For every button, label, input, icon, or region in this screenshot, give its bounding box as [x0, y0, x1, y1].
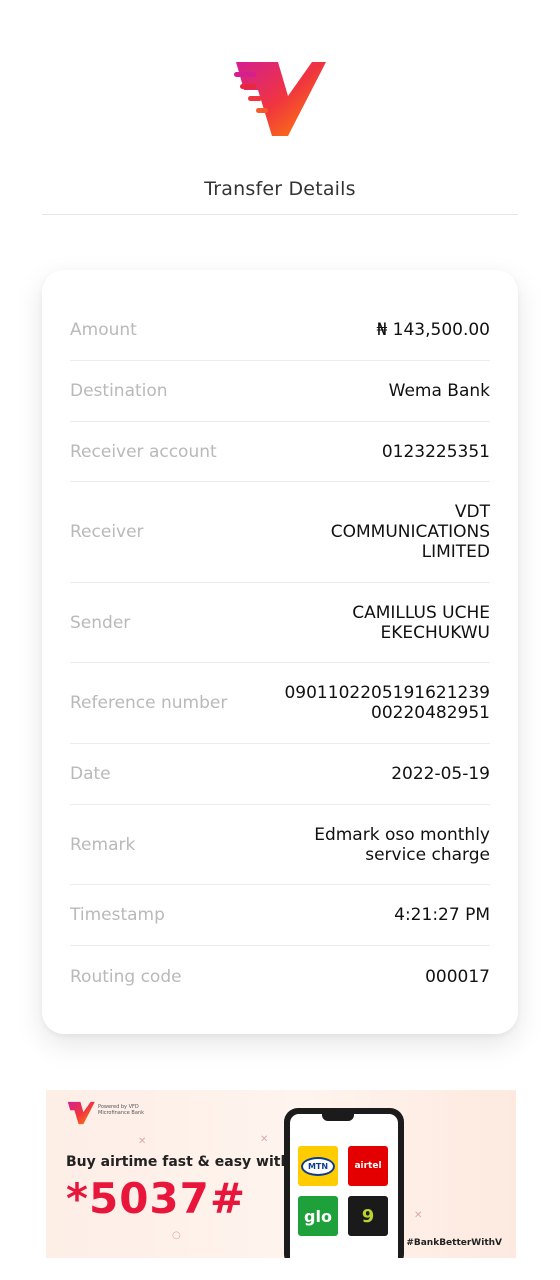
detail-row-date: Date 2022-05-19 [70, 744, 490, 805]
airtime-promo-banner[interactable]: Powered by VFD Microfinance Bank ✕ ✕ ✕ ○… [46, 1090, 516, 1258]
routing-code-value: 000017 [425, 966, 490, 987]
detail-row-routing-code: Routing code 000017 [70, 946, 490, 1007]
detail-label: Date [70, 764, 111, 784]
timestamp-value: 4:21:27 PM [394, 905, 490, 925]
detail-label: Reference number [70, 693, 228, 713]
phone-notch [322, 1114, 354, 1121]
title-divider [42, 214, 518, 215]
v-bank-logo [234, 62, 326, 136]
destination-value: Wema Bank [388, 381, 490, 401]
decor-circle-icon: ○ [172, 1230, 181, 1241]
detail-row-sender: Sender CAMILLUS UCHE EKECHUKWU [70, 583, 490, 663]
detail-row-receiver-account: Receiver account 0123225351 [70, 422, 490, 482]
detail-row-reference-number: Reference number 0901102205191621239 002… [70, 663, 490, 744]
transfer-details-card: Amount ₦ 143,500.00 Destination Wema Ban… [42, 270, 518, 1034]
detail-label: Routing code [70, 966, 182, 987]
reference-number-value: 0901102205191621239 00220482951 [284, 683, 490, 723]
detail-row-timestamp: Timestamp 4:21:27 PM [70, 885, 490, 946]
promo-headline: Buy airtime fast & easy with [66, 1154, 291, 1170]
detail-row-receiver: Receiver VDT COMMUNICATIONS LIMITED [70, 482, 490, 583]
page-title: Transfer Details [204, 178, 356, 200]
remark-value: Edmark oso monthly service charge [314, 825, 490, 865]
sender-line: CAMILLUS UCHE [352, 602, 490, 623]
receiver-account-value: 0123225351 [381, 441, 490, 462]
detail-label: Receiver [70, 522, 144, 542]
detail-label: Receiver account [70, 441, 217, 462]
detail-row-amount: Amount ₦ 143,500.00 [70, 300, 490, 361]
remark-line: Edmark oso monthly [314, 824, 490, 845]
date-value: 2022-05-19 [391, 764, 490, 784]
phone-illustration: MTN airtel glo 9 [284, 1108, 404, 1258]
receiver-value: VDT COMMUNICATIONS LIMITED [331, 502, 490, 562]
receiver-line: COMMUNICATIONS [330, 522, 490, 542]
remark-line: service charge [365, 844, 490, 865]
hashtag-text: #BankBetterWithV [406, 1238, 502, 1248]
9mobile-logo-icon: 9 [348, 1196, 388, 1236]
detail-row-remark: Remark Edmark oso monthly service charge [70, 805, 490, 885]
detail-row-destination: Destination Wema Bank [70, 361, 490, 422]
detail-label: Amount [70, 320, 137, 340]
airtel-logo-icon: airtel [348, 1146, 388, 1186]
decor-cross-icon: ✕ [138, 1136, 147, 1147]
powered-by-text: Powered by VFD Microfinance Bank [98, 1104, 144, 1116]
glo-logo-icon: glo [298, 1196, 338, 1236]
sender-line: EKECHUKWU [380, 622, 490, 643]
v-bank-logo [67, 1101, 95, 1125]
receiver-line: LIMITED [421, 542, 490, 562]
amount-value: ₦ 143,500.00 [376, 320, 490, 340]
phone-screen [290, 1114, 398, 1258]
detail-label: Destination [70, 381, 168, 401]
decor-cross-icon: ✕ [414, 1210, 423, 1221]
decor-cross-icon: ✕ [260, 1134, 269, 1145]
sender-value: CAMILLUS UCHE EKECHUKWU [352, 603, 490, 643]
receiver-line: VDT [454, 502, 490, 522]
detail-label: Sender [70, 612, 131, 633]
reference-line: 0901102205191621239 [284, 683, 490, 703]
mtn-logo-icon: MTN [298, 1146, 338, 1186]
ussd-code: *5037# [66, 1174, 247, 1223]
detail-label: Remark [70, 834, 136, 855]
reference-line: 00220482951 [371, 703, 490, 723]
detail-label: Timestamp [70, 905, 165, 925]
